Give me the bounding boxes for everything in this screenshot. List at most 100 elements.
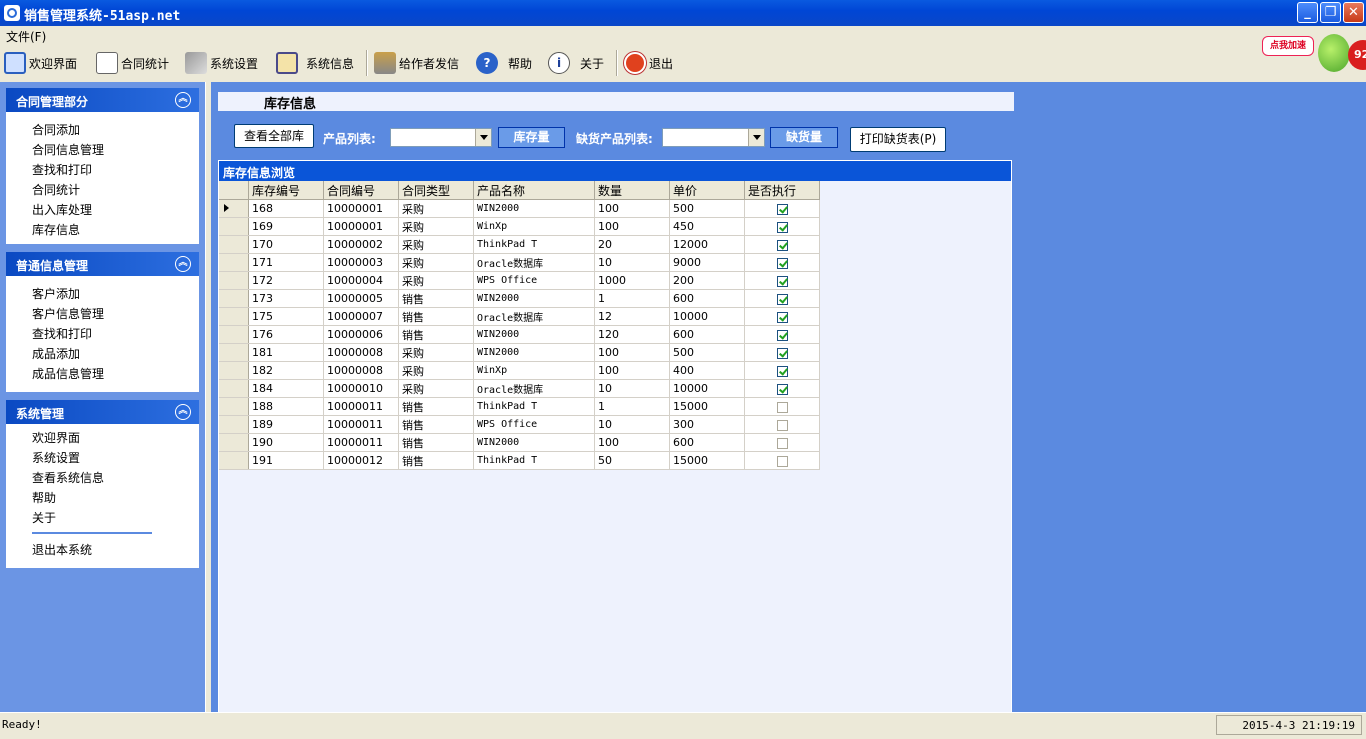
row-header[interactable] bbox=[219, 271, 249, 290]
toolbar-contract-stats-button[interactable]: 合同统计 bbox=[96, 51, 169, 75]
executed-checkbox[interactable] bbox=[776, 437, 788, 449]
executed-checkbox[interactable] bbox=[776, 257, 788, 269]
cell-product-name[interactable]: ThinkPad T bbox=[473, 451, 595, 470]
cell-stock-id[interactable]: 182 bbox=[248, 361, 324, 380]
title-bar[interactable]: 销售管理系统-51asp.net _ ❐ ✕ bbox=[0, 0, 1366, 26]
toolbar-welcome-button[interactable]: 欢迎界面 bbox=[4, 51, 77, 75]
cell-product-name[interactable]: WPS Office bbox=[473, 415, 595, 434]
nav-item-search-print[interactable]: 查找和打印 bbox=[32, 325, 92, 342]
cell-stock-id[interactable]: 173 bbox=[248, 289, 324, 308]
executed-checkbox[interactable] bbox=[776, 221, 788, 233]
nav-item-product-add[interactable]: 成品添加 bbox=[32, 345, 80, 362]
row-header[interactable] bbox=[219, 217, 249, 236]
cell-contract-id[interactable]: 10000008 bbox=[323, 343, 399, 362]
executed-checkbox[interactable] bbox=[776, 203, 788, 215]
chevron-down-icon[interactable] bbox=[475, 129, 491, 146]
cell-product-name[interactable]: Oracle数据库 bbox=[473, 379, 595, 398]
cell-contract-type[interactable]: 销售 bbox=[398, 307, 474, 326]
cell-price[interactable]: 10000 bbox=[669, 379, 745, 398]
menu-file[interactable]: 文件(F) bbox=[6, 28, 46, 45]
cell-contract-type[interactable]: 采购 bbox=[398, 199, 474, 218]
row-header[interactable] bbox=[219, 451, 249, 470]
cell-price[interactable]: 400 bbox=[669, 361, 745, 380]
cell-contract-id[interactable]: 10000001 bbox=[323, 199, 399, 218]
row-header[interactable] bbox=[219, 397, 249, 416]
cell-price[interactable]: 500 bbox=[669, 343, 745, 362]
cell-contract-id[interactable]: 10000003 bbox=[323, 253, 399, 272]
maximize-button[interactable]: ❐ bbox=[1320, 2, 1341, 23]
cell-stock-id[interactable]: 175 bbox=[248, 307, 324, 326]
cell-price[interactable]: 12000 bbox=[669, 235, 745, 254]
cell-product-name[interactable]: WIN2000 bbox=[473, 433, 595, 452]
nav-item-welcome[interactable]: 欢迎界面 bbox=[32, 429, 80, 446]
table-row[interactable]: 172 10000004 采购 WPS Office 1000 200 bbox=[219, 271, 820, 290]
cell-price[interactable]: 15000 bbox=[669, 451, 745, 470]
row-header[interactable] bbox=[219, 307, 249, 326]
row-header[interactable] bbox=[219, 379, 249, 398]
cell-contract-type[interactable]: 销售 bbox=[398, 451, 474, 470]
cell-stock-id[interactable]: 168 bbox=[248, 199, 324, 218]
cell-stock-id[interactable]: 170 bbox=[248, 235, 324, 254]
cell-contract-id[interactable]: 10000002 bbox=[323, 235, 399, 254]
cell-price[interactable]: 10000 bbox=[669, 307, 745, 326]
cell-quantity[interactable]: 10 bbox=[594, 415, 670, 434]
cell-stock-id[interactable]: 190 bbox=[248, 433, 324, 452]
cell-product-name[interactable]: WIN2000 bbox=[473, 343, 595, 362]
col-stock-id[interactable]: 库存编号 bbox=[248, 181, 324, 200]
cell-stock-id[interactable]: 169 bbox=[248, 217, 324, 236]
stock-quantity-button[interactable]: 库存量 bbox=[498, 127, 565, 148]
executed-checkbox[interactable] bbox=[776, 383, 788, 395]
cell-contract-id[interactable]: 10000008 bbox=[323, 361, 399, 380]
shortage-list-select[interactable] bbox=[662, 128, 765, 147]
cell-executed[interactable] bbox=[744, 451, 820, 470]
col-executed[interactable]: 是否执行 bbox=[744, 181, 820, 200]
cell-contract-type[interactable]: 采购 bbox=[398, 253, 474, 272]
nav-item-search-print[interactable]: 查找和打印 bbox=[32, 161, 92, 178]
table-row[interactable]: 175 10000007 销售 Oracle数据库 12 10000 bbox=[219, 307, 820, 326]
cell-price[interactable]: 600 bbox=[669, 289, 745, 308]
cell-quantity[interactable]: 12 bbox=[594, 307, 670, 326]
executed-checkbox[interactable] bbox=[776, 347, 788, 359]
nav-group-header[interactable]: 系统管理 ︽ bbox=[6, 400, 199, 424]
cell-contract-type[interactable]: 采购 bbox=[398, 271, 474, 290]
cell-executed[interactable] bbox=[744, 253, 820, 272]
cell-quantity[interactable]: 20 bbox=[594, 235, 670, 254]
cell-quantity[interactable]: 100 bbox=[594, 217, 670, 236]
table-row[interactable]: 190 10000011 销售 WIN2000 100 600 bbox=[219, 433, 820, 452]
table-row[interactable]: 188 10000011 销售 ThinkPad T 1 15000 bbox=[219, 397, 820, 416]
nav-item-customer-manage[interactable]: 客户信息管理 bbox=[32, 305, 104, 322]
table-row[interactable]: 173 10000005 销售 WIN2000 1 600 bbox=[219, 289, 820, 308]
toolbar-settings-button[interactable]: 系统设置 bbox=[185, 51, 258, 75]
row-header[interactable] bbox=[219, 289, 249, 308]
row-header[interactable] bbox=[219, 253, 249, 272]
cell-quantity[interactable]: 100 bbox=[594, 361, 670, 380]
nav-item-stock-info[interactable]: 库存信息 bbox=[32, 221, 80, 238]
cell-price[interactable]: 15000 bbox=[669, 397, 745, 416]
nav-item-settings[interactable]: 系统设置 bbox=[32, 449, 80, 466]
cell-executed[interactable] bbox=[744, 289, 820, 308]
table-row[interactable]: 168 10000001 采购 WIN2000 100 500 bbox=[219, 199, 820, 218]
cell-executed[interactable] bbox=[744, 397, 820, 416]
nav-group-header[interactable]: 普通信息管理 ︽ bbox=[6, 252, 199, 276]
col-contract-type[interactable]: 合同类型 bbox=[398, 181, 474, 200]
cell-stock-id[interactable]: 181 bbox=[248, 343, 324, 362]
executed-checkbox[interactable] bbox=[776, 329, 788, 341]
table-row[interactable]: 189 10000011 销售 WPS Office 10 300 bbox=[219, 415, 820, 434]
cell-quantity[interactable]: 100 bbox=[594, 433, 670, 452]
row-header[interactable] bbox=[219, 343, 249, 362]
nav-group-header[interactable]: 合同管理部分 ︽ bbox=[6, 88, 199, 112]
cell-contract-type[interactable]: 采购 bbox=[398, 217, 474, 236]
cell-price[interactable]: 500 bbox=[669, 199, 745, 218]
cell-executed[interactable] bbox=[744, 433, 820, 452]
row-header[interactable] bbox=[219, 325, 249, 344]
cell-contract-id[interactable]: 10000011 bbox=[323, 397, 399, 416]
nav-item-help[interactable]: 帮助 bbox=[32, 489, 56, 506]
collapse-icon[interactable]: ︽ bbox=[175, 404, 191, 420]
table-row[interactable]: 184 10000010 采购 Oracle数据库 10 10000 bbox=[219, 379, 820, 398]
cell-product-name[interactable]: WPS Office bbox=[473, 271, 595, 290]
cell-price[interactable]: 300 bbox=[669, 415, 745, 434]
row-header[interactable] bbox=[219, 361, 249, 380]
col-contract-id[interactable]: 合同编号 bbox=[323, 181, 399, 200]
row-header[interactable] bbox=[219, 433, 249, 452]
cell-quantity[interactable]: 100 bbox=[594, 343, 670, 362]
